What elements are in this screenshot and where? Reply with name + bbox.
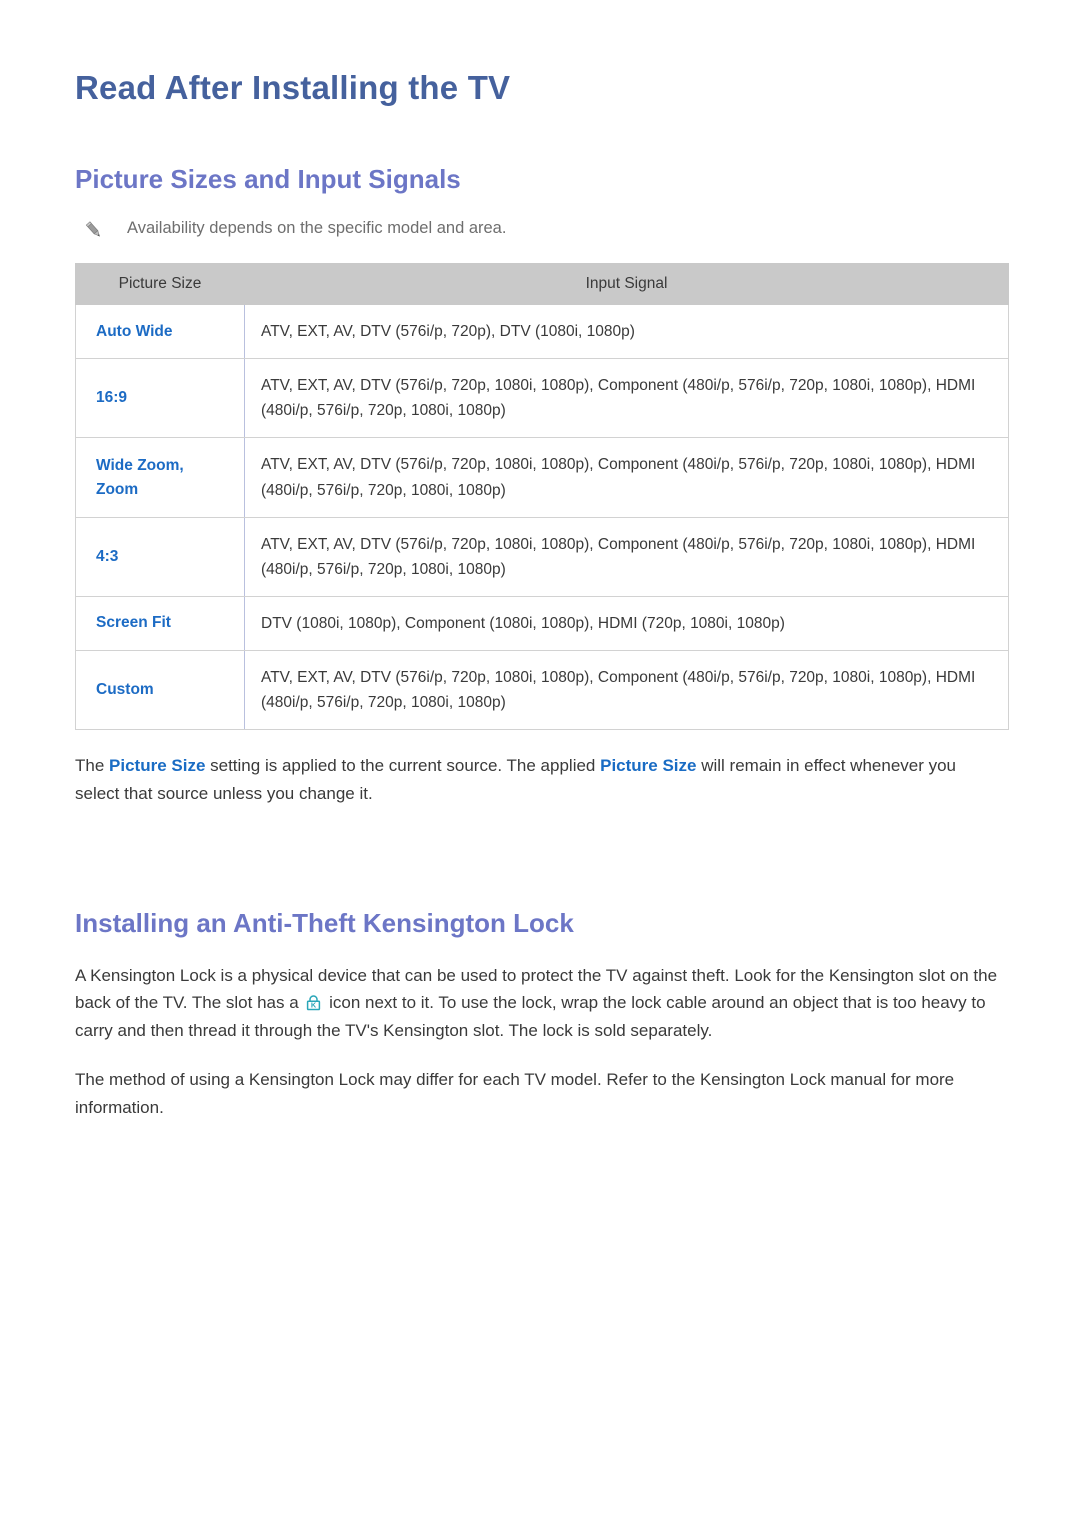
paragraph-text-part-1: The <box>75 756 110 776</box>
picture-size-label-2: Zoom <box>96 480 139 498</box>
cell-picture-size: 16:9 <box>75 358 245 439</box>
cell-input-signal: ATV, EXT, AV, DTV (576i/p, 720p, 1080i, … <box>244 358 1009 439</box>
kensington-paragraph-2: The method of using a Kensington Lock ma… <box>75 1070 955 1117</box>
cell-picture-size: 4:3 <box>75 516 245 597</box>
table-row: 16:9 ATV, EXT, AV, DTV (576i/p, 720p, 10… <box>75 358 1009 439</box>
cell-input-signal: ATV, EXT, AV, DTV (576i/p, 720p, 1080i, … <box>244 649 1009 731</box>
kensington-paragraph-1: A Kensington Lock is a physical device t… <box>75 940 1005 1045</box>
picture-size-paragraph: The Picture Size setting is applied to t… <box>75 730 1005 807</box>
page-title: Read After Installing the TV <box>75 69 511 106</box>
table-header-row: Picture Size Input Signal <box>75 263 1009 306</box>
table-row: Auto Wide ATV, EXT, AV, DTV (576i/p, 720… <box>75 304 1009 360</box>
cell-input-signal: DTV (1080i, 1080p), Component (1080i, 10… <box>244 595 1009 651</box>
table-row: Custom ATV, EXT, AV, DTV (576i/p, 720p, … <box>75 649 1009 731</box>
table-row: Wide Zoom, Zoom ATV, EXT, AV, DTV (576i/… <box>75 437 1009 518</box>
cell-input-signal: ATV, EXT, AV, DTV (576i/p, 720p, 1080i, … <box>244 437 1009 518</box>
inline-highlight-picture-size-2: Picture Size <box>600 756 697 776</box>
cell-input-signal: ATV, EXT, AV, DTV (576i/p, 720p, 1080i, … <box>244 516 1009 597</box>
cell-picture-size: Custom <box>75 649 245 731</box>
paragraph-text-part-2: setting is applied to the current source… <box>205 756 601 776</box>
picture-size-label: Screen Fit <box>96 614 171 632</box>
picture-size-input-signal-table: Picture Size Input Signal Auto Wide ATV,… <box>75 263 1009 731</box>
svg-text:K: K <box>311 1001 317 1010</box>
picture-size-label: Custom <box>96 681 154 699</box>
picture-size-label: 16:9 <box>96 389 128 407</box>
table-row: Screen Fit DTV (1080i, 1080p), Component… <box>75 595 1009 651</box>
column-header-input-signal: Input Signal <box>244 263 1009 306</box>
picture-size-label: Wide Zoom, <box>96 456 184 474</box>
table-row: 4:3 ATV, EXT, AV, DTV (576i/p, 720p, 108… <box>75 516 1009 597</box>
cell-picture-size: Screen Fit <box>75 595 245 651</box>
picture-size-label: 4:3 <box>96 547 119 565</box>
section-heading-picture-sizes: Picture Sizes and Input Signals <box>75 163 461 194</box>
availability-note-text: Availability depends on the specific mod… <box>127 219 507 238</box>
kensington-lock-icon: K <box>305 992 322 1011</box>
page-content: Read After Installing the TV Picture Siz… <box>75 0 1009 1121</box>
picture-size-label: Auto Wide <box>96 322 173 340</box>
pencil-icon <box>83 219 105 241</box>
availability-note: Availability depends on the specific mod… <box>83 217 1009 241</box>
cell-picture-size: Auto Wide <box>75 304 245 360</box>
cell-input-signal: ATV, EXT, AV, DTV (576i/p, 720p), DTV (1… <box>244 304 1009 360</box>
cell-picture-size: Wide Zoom, Zoom <box>75 437 245 518</box>
section-heading-kensington-lock: Installing an Anti-Theft Kensington Lock <box>75 908 574 939</box>
column-header-picture-size: Picture Size <box>75 263 245 306</box>
inline-highlight-picture-size-1: Picture Size <box>109 756 206 776</box>
document-page: Read After Installing the TV Picture Siz… <box>0 0 1080 1527</box>
